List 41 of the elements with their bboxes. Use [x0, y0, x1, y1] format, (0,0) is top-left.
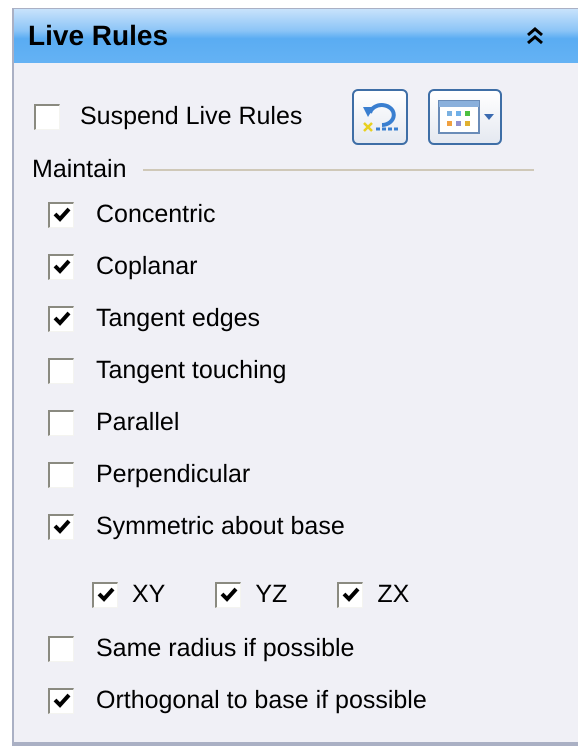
checkbox-label[interactable]: Suspend Live Rules: [80, 98, 302, 136]
check-icon: [52, 207, 70, 223]
check-icon: [52, 311, 70, 327]
checkbox-label[interactable]: Orthogonal to base if possible: [96, 682, 427, 720]
options-dropdown-button[interactable]: [428, 89, 502, 145]
checkbox[interactable]: [48, 358, 74, 384]
checkbox[interactable]: [48, 306, 74, 332]
checkbox-label[interactable]: Same radius if possible: [96, 630, 354, 668]
checkbox[interactable]: [48, 514, 74, 540]
check-icon: [52, 693, 70, 709]
checkbox[interactable]: [48, 636, 74, 662]
checkbox[interactable]: [48, 462, 74, 488]
caret-icon: [484, 114, 494, 120]
check-icon: [220, 587, 238, 603]
checkbox[interactable]: [48, 202, 74, 228]
checkbox[interactable]: [48, 688, 74, 714]
checkbox-label[interactable]: Concentric: [96, 196, 216, 234]
checkbox[interactable]: [48, 410, 74, 436]
checkbox[interactable]: [337, 582, 364, 608]
checkbox-label[interactable]: YZ: [255, 576, 288, 614]
checkbox-label[interactable]: Parallel: [96, 404, 180, 442]
checkbox-label[interactable]: Tangent edges: [96, 300, 260, 338]
checkbox-label[interactable]: XY: [132, 576, 166, 614]
checkbox[interactable]: [48, 254, 74, 280]
check-icon: [342, 587, 360, 603]
checkbox[interactable]: [34, 104, 60, 130]
checkbox-label[interactable]: Tangent touching: [96, 352, 286, 390]
collapse-icon[interactable]: [526, 26, 544, 46]
checkbox-label[interactable]: Perpendicular: [96, 456, 250, 494]
checkbox-label[interactable]: Symmetric about base: [96, 508, 345, 546]
checkbox[interactable]: [92, 582, 118, 608]
panel-title: Live Rules: [28, 19, 168, 53]
undo-button[interactable]: [352, 89, 408, 145]
check-icon: [96, 587, 114, 603]
checkbox-label[interactable]: Coplanar: [96, 248, 198, 286]
checkbox[interactable]: [215, 582, 242, 608]
group-label: Maintain: [32, 154, 126, 185]
check-icon: [52, 259, 70, 275]
grid-window-icon: [436, 99, 481, 135]
checkbox-label[interactable]: ZX: [377, 576, 410, 614]
check-icon: [52, 519, 70, 535]
